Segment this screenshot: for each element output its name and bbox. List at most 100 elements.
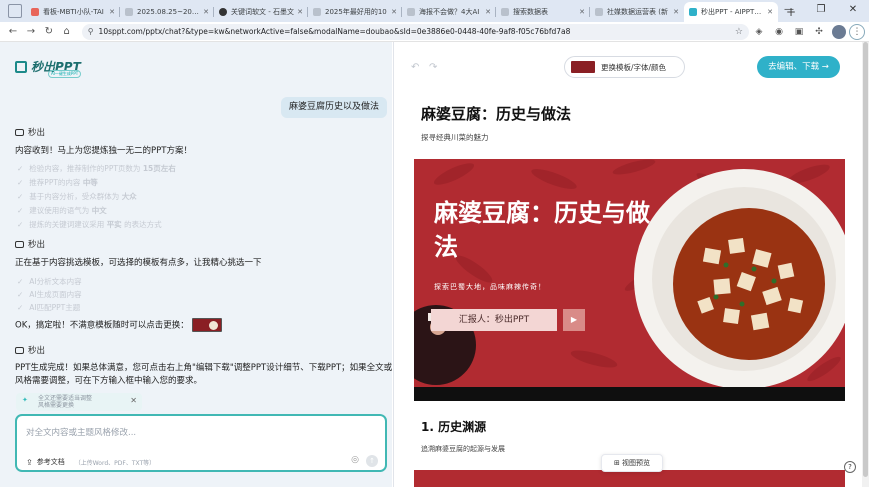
tab-close-icon[interactable]: ✕ [391, 8, 397, 16]
tab-favicon-icon [31, 8, 39, 16]
minimize-icon[interactable]: — [773, 0, 805, 22]
browser-tab-active[interactable]: 秒出PPT - AIPPT一键 ✕ [684, 2, 778, 22]
app-logo[interactable]: 秒出PPT AI一键生成PPT [15, 58, 82, 78]
progress-step: ✓ 基于内容分析，受众群体为 大众 [17, 191, 137, 202]
tab-close-icon[interactable]: ✕ [485, 8, 491, 16]
tab-favicon-icon [219, 8, 227, 16]
forward-icon[interactable]: → [22, 26, 40, 37]
step-value: 中文 [91, 206, 107, 215]
extension-icon[interactable]: ▣ [789, 27, 809, 37]
send-button[interactable]: ↑ [366, 455, 378, 467]
user-message: 麻婆豆腐历史以及做法 [281, 97, 388, 118]
cover-slide[interactable]: 麻婆豆腐：历史与做法 探索巴蜀大地，品味麻辣传奇！ 汇报人：秒出PPT ▶ [414, 159, 845, 401]
chat-panel: 秒出PPT AI一键生成PPT 麻婆豆腐历史以及做法 秒出 内容收到！马上为您提… [0, 42, 392, 487]
check-icon: ✓ [17, 192, 24, 201]
browser-tab[interactable]: 2025年最好用的10 ✕ [308, 2, 402, 22]
url-text: 10sppt.com/pptx/chat?&type=kw&networkAct… [98, 27, 571, 36]
tab-strip: 看板-MBTI小队-TAI✕ 2025.08.25~2025.0✕ 关键词软文 … [0, 0, 869, 22]
step-text: 推荐PPT的内容 [29, 178, 83, 187]
input-placeholder: 对全文内容或主题风格修改... [26, 428, 137, 438]
tab-favicon-icon [125, 8, 133, 16]
profile-avatar[interactable] [832, 24, 846, 39]
browser-tab[interactable]: 2025.08.25~2025.0✕ [120, 2, 214, 22]
browser-menu-icon[interactable]: ⋮ [849, 23, 865, 40]
redo-icon[interactable]: ↷ [429, 62, 437, 73]
bot-message: 正在基于内容挑选模板，可选择的模板有点多，让我精心挑选一下 [15, 258, 262, 268]
maximize-icon[interactable]: ❐ [805, 0, 837, 22]
browser-tab[interactable]: 搜索数据表 ✕ [496, 2, 590, 22]
step-value: 大众 [121, 192, 137, 201]
progress-step: ✓ AI匹配PPT主题 [17, 302, 80, 313]
progress-step: ✓ 提炼的关键词建议采用 平实 的表达方式 [17, 219, 162, 230]
step-text: 的表达方式 [121, 220, 162, 229]
step-text: AI生成页面内容 [29, 290, 82, 299]
check-icon: ✓ [17, 277, 24, 286]
change-template-button[interactable]: 更换模板/字体/颜色 [564, 56, 685, 78]
next-slide[interactable] [414, 470, 845, 487]
attach-hint: （上传Word、PDF、TXT等） [74, 459, 156, 467]
step-text: 检验内容，推荐制作的PPT页数为 [29, 164, 143, 173]
bot-name: 秒出 [15, 238, 45, 250]
site-info-icon[interactable]: ⚲ [88, 27, 94, 36]
upload-icon: ⇪ [26, 457, 33, 467]
tab-title: 秒出PPT - AIPPT一键 [701, 8, 765, 16]
logo-subtitle: AI一键生成PPT [48, 70, 82, 78]
browser-tab[interactable]: 看板-MBTI小队-TAI ✕ [26, 2, 120, 22]
bot-message-text: OK，搞定啦！不满意模板随时可以点击更换： [15, 320, 189, 331]
suggestion-text: 全文还需要适当调整 [38, 395, 93, 402]
bot-name: 秒出 [15, 126, 45, 138]
check-icon: ✓ [17, 164, 24, 173]
tab-title: 海报不会做？4大AI [419, 8, 480, 16]
scrollbar-thumb[interactable] [863, 42, 868, 477]
undo-icon[interactable]: ↶ [411, 62, 419, 73]
attach-document-button[interactable]: ⇪ 参考文档 （上传Word、PDF、TXT等） [26, 457, 155, 467]
url-field[interactable]: ⚲ 10sppt.com/pptx/chat?&type=kw&networkA… [81, 23, 749, 40]
tab-close-icon[interactable]: ✕ [297, 8, 303, 16]
view-preview-button[interactable]: ⊞ 视图预览 [601, 454, 663, 472]
close-icon[interactable]: ✕ [130, 397, 137, 405]
page-scrollbar[interactable] [862, 42, 869, 487]
suggestion-chip[interactable]: ✦ 全文还需要适当调整 风格需要更换 ✕ [16, 393, 142, 411]
puzzle-icon[interactable]: ✣ [809, 27, 829, 37]
prompt-input[interactable]: 对全文内容或主题风格修改... ⇪ 参考文档 （上传Word、PDF、TXT等）… [15, 414, 387, 472]
step-text: AI匹配PPT主题 [29, 303, 81, 312]
reload-icon[interactable]: ↻ [40, 26, 58, 37]
edit-download-button[interactable]: 去编辑、下载 → [757, 56, 840, 78]
tab-favicon-icon [501, 8, 509, 16]
tab-title: 2025年最好用的10 [325, 8, 387, 16]
browser-tab[interactable]: 社媒数据运营表 (新 ✕ [590, 2, 684, 22]
tab-close-icon[interactable]: ✕ [673, 8, 679, 16]
play-icon[interactable]: ▶ [563, 309, 585, 331]
tab-close-icon[interactable]: ✕ [203, 8, 209, 16]
progress-step: ✓ AI生成页面内容 [17, 289, 82, 300]
tab-title: 2025.08.25~2025.0 [137, 8, 200, 16]
browser-tab[interactable]: 海报不会做？4大AI ✕ [402, 2, 496, 22]
help-icon[interactable]: ? [844, 461, 856, 473]
bookmark-star-icon[interactable]: ☆ [735, 27, 743, 37]
extension-icon[interactable]: ◈ [749, 27, 769, 37]
voice-icon[interactable]: ◎ [351, 455, 359, 465]
section-subtitle: 追溯麻婆豆腐的起源与发展 [421, 445, 505, 453]
browser-tab[interactable]: 关键词软文 - 石墨文 ✕ [214, 2, 308, 22]
slide-bottom-band [414, 387, 845, 401]
template-thumbnail[interactable] [191, 318, 222, 332]
home-icon[interactable]: ⌂ [58, 26, 76, 37]
tab-favicon-icon [407, 8, 415, 16]
address-bar: ← → ↻ ⌂ ⚲ 10sppt.com/pptx/chat?&type=kw&… [0, 22, 869, 42]
check-icon: ✓ [17, 220, 24, 229]
tab-favicon-icon [689, 8, 697, 16]
attach-label: 参考文档 [36, 458, 65, 466]
tab-close-icon[interactable]: ✕ [109, 8, 115, 16]
sparkle-icon: ✦ [22, 396, 28, 404]
tab-close-icon[interactable]: ✕ [579, 8, 585, 16]
extension-icon[interactable]: ◉ [769, 27, 789, 37]
progress-step: ✓ 建议使用的语气为 中文 [17, 205, 107, 216]
progress-step: ✓ 检验内容，推荐制作的PPT页数为 15页左右 [17, 163, 176, 174]
close-window-icon[interactable]: ✕ [837, 0, 869, 22]
template-thumbnail [571, 61, 595, 73]
step-text: 提炼的关键词建议采用 [29, 220, 107, 229]
tab-favicon-icon [313, 8, 321, 16]
tab-search-icon[interactable] [8, 4, 22, 18]
section-title: 1. 历史渊源 [421, 420, 487, 434]
back-icon[interactable]: ← [4, 26, 22, 37]
